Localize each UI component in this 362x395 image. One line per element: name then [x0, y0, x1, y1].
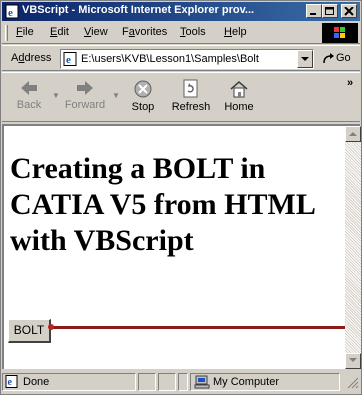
annotation-pointer-dot	[48, 324, 54, 330]
forward-dropdown-icon[interactable]: ▼	[112, 91, 120, 100]
annotation-pointer-line	[50, 326, 348, 329]
go-button[interactable]: Go	[320, 50, 358, 68]
toolbar-overflow-button[interactable]: »	[347, 77, 353, 89]
computer-icon	[194, 375, 210, 392]
page-content: Creating a BOLT in CATIA V5 from HTML wi…	[2, 124, 360, 369]
back-dropdown-icon[interactable]: ▼	[52, 91, 60, 100]
menu-tools[interactable]: Tools	[180, 26, 206, 38]
refresh-icon	[168, 79, 214, 99]
standard-toolbar: Back ▼ Forward ▼ Stop Refresh Home »	[2, 72, 360, 122]
go-label: Go	[336, 52, 351, 64]
maximize-button[interactable]	[322, 4, 338, 18]
status-text: Done	[23, 376, 50, 388]
forward-arrow-icon	[62, 79, 108, 97]
back-button[interactable]: Back	[6, 75, 52, 119]
toolbar-grip[interactable]	[5, 25, 8, 41]
menu-bar: File Edit View Favorites Tools Help	[2, 22, 360, 44]
ie-page-icon: e	[5, 4, 20, 19]
stop-label: Stop	[131, 101, 155, 113]
status-bar: e Done My Computer	[2, 371, 360, 393]
menu-view[interactable]: View	[84, 26, 108, 38]
status-zone-text: My Computer	[213, 376, 280, 388]
ie-page-icon: e	[63, 52, 78, 68]
minimize-button[interactable]	[306, 4, 322, 18]
refresh-label: Refresh	[171, 101, 211, 113]
forward-label: Forward	[64, 99, 106, 111]
address-dropdown-button[interactable]	[297, 50, 313, 68]
ie-page-icon: e	[5, 375, 19, 392]
vertical-scrollbar[interactable]	[345, 126, 361, 369]
address-bar: Address e E:\users\KVB\Lesson1\Samples\B…	[2, 45, 360, 71]
refresh-button[interactable]: Refresh	[168, 75, 214, 119]
close-button[interactable]	[341, 4, 357, 18]
title-bar[interactable]: e VBScript - Microsoft Internet Explorer…	[2, 2, 360, 21]
stop-icon	[120, 79, 166, 99]
address-input[interactable]: e E:\users\KVB\Lesson1\Samples\Bolt	[60, 49, 314, 69]
status-panel-2	[138, 373, 156, 391]
menu-favorites[interactable]: Favorites	[122, 26, 167, 38]
resize-grip-icon[interactable]	[345, 375, 359, 392]
home-label: Home	[224, 101, 254, 113]
back-label: Back	[16, 99, 42, 111]
home-icon	[216, 79, 262, 99]
status-zone-panel: My Computer	[190, 373, 340, 391]
window-title: VBScript - Microsoft Internet Explorer p…	[22, 4, 255, 16]
address-label: Address	[11, 52, 52, 64]
svg-text:e: e	[8, 7, 13, 19]
bolt-button[interactable]: BOLT	[8, 319, 51, 343]
browser-window: e VBScript - Microsoft Internet Explorer…	[0, 0, 362, 395]
back-arrow-icon	[6, 79, 52, 97]
address-value: E:\users\KVB\Lesson1\Samples\Bolt	[81, 53, 259, 65]
stop-button[interactable]: Stop	[120, 75, 166, 119]
page-heading: Creating a BOLT in CATIA V5 from HTML wi…	[10, 152, 315, 257]
menu-help[interactable]: Help	[224, 26, 247, 38]
forward-button[interactable]: Forward	[62, 75, 108, 119]
scroll-up-button[interactable]	[345, 126, 361, 142]
status-panel-3	[158, 373, 176, 391]
go-arrow-icon	[322, 52, 335, 68]
home-button[interactable]: Home	[216, 75, 262, 119]
scroll-down-button[interactable]	[345, 353, 361, 369]
windows-logo-icon	[322, 23, 358, 43]
status-panel-main: e Done	[2, 373, 136, 391]
menu-edit[interactable]: Edit	[50, 26, 69, 38]
svg-text:e: e	[66, 54, 71, 66]
status-panel-4	[178, 373, 188, 391]
svg-text:e: e	[8, 377, 13, 388]
menu-file[interactable]: File	[16, 26, 34, 38]
